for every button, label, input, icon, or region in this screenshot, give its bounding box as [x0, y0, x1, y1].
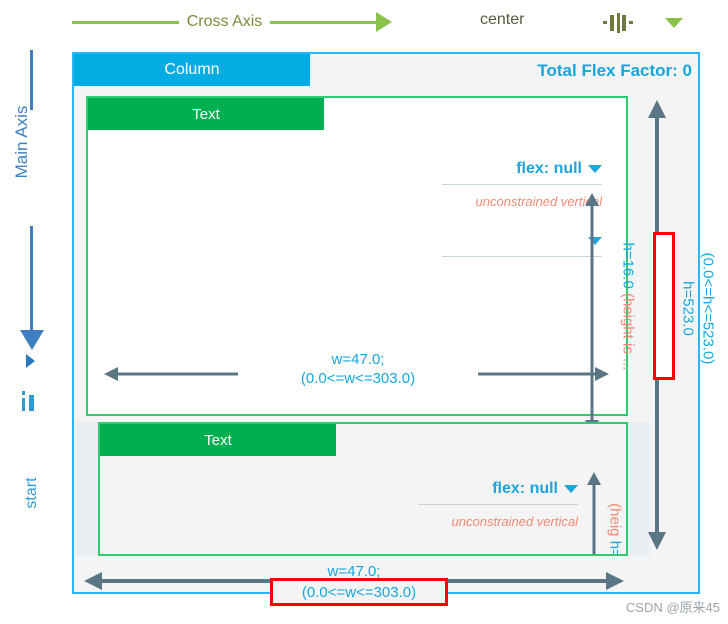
column-height-constraint: (0.0<=h<=523.0)	[699, 252, 717, 365]
main-axis-alignment-value[interactable]: start	[23, 453, 41, 533]
text-widget-two-height-label: (heig h=	[606, 471, 624, 556]
cross-axis-label: Cross Axis	[186, 13, 263, 30]
text-widget-two-tab[interactable]: Text	[100, 424, 336, 456]
text-widget-two-flex-selector[interactable]: flex: null unconstrained vertical	[418, 480, 578, 529]
main-axis-control-rail: Main Axis start	[0, 44, 60, 624]
text-widget-one-height-value: h=16.0	[619, 242, 637, 289]
watermark-label: CSDN @原来45	[625, 600, 720, 615]
column-height-constraint-highlight	[653, 232, 675, 380]
arrow-down-icon	[20, 330, 44, 350]
text-widget-one-unconstrained-note: unconstrained vertical	[475, 194, 602, 209]
text-widget-two-height-note: (heig	[606, 503, 624, 537]
cross-axis-alignment-value[interactable]: center	[480, 11, 524, 29]
chevron-right-icon[interactable]	[26, 354, 35, 368]
text-widget-one-tab-label: Text	[192, 105, 220, 123]
text-widget-one-height-arrow	[584, 193, 600, 433]
main-axis-line-bottom	[30, 226, 33, 331]
total-flex-factor-label: Total Flex Factor: 0	[537, 61, 692, 80]
text-widget-one-width-constraint: (0.0<=w<=303.0)	[300, 370, 416, 387]
cross-axis-arrow-icon	[376, 12, 393, 32]
text-widget-two-height-arrow	[586, 472, 602, 554]
text-widget-one-flex-selector[interactable]: flex: null unconstrained vertical	[442, 160, 602, 209]
text-widget-two-flex-label: flex: null	[492, 480, 558, 497]
text-widget-one-height-label: h=16.0 (height is ...	[620, 237, 637, 377]
align-center-horizontal-icon[interactable]	[603, 13, 633, 33]
text-widget-two-container[interactable]: Text flex: null unconstrained vertical (…	[98, 422, 628, 556]
text-widget-one-flex-label: flex: null	[516, 160, 582, 177]
column-widget-container[interactable]: Column Total Flex Factor: 0 Text flex: n…	[72, 52, 700, 594]
cross-axis-control-bar: Cross Axis center	[60, 0, 728, 44]
child-two-right-gutter	[628, 422, 650, 556]
column-widget-tab-label: Column	[164, 61, 220, 78]
chevron-down-icon[interactable]	[588, 164, 602, 173]
text-widget-one-tab[interactable]: Text	[88, 98, 324, 130]
column-widget-tab[interactable]: Column	[74, 54, 310, 86]
cross-axis-line-right	[270, 20, 378, 24]
column-width-constraint: (0.0<=w<=303.0)	[301, 583, 417, 601]
cross-axis-line-left	[72, 20, 179, 24]
column-height-value: h=523.0	[679, 281, 697, 336]
text-widget-two-tab-label: Text	[204, 431, 232, 449]
text-widget-two-height-value: h=	[606, 540, 624, 556]
main-axis-label: Main Axis	[12, 105, 31, 179]
cross-axis-indicator: Cross Axis	[72, 10, 393, 34]
chevron-down-icon[interactable]	[564, 484, 578, 493]
flex-field-underline	[418, 504, 578, 505]
text-widget-one-width-value: w=47.0;	[331, 351, 385, 368]
text-widget-one-fit-selector[interactable]	[442, 232, 602, 257]
child-two-left-gutter	[76, 422, 98, 556]
flex-field-underline	[442, 184, 602, 185]
column-width-constraint-highlight: (0.0<=w<=303.0)	[270, 578, 448, 606]
text-widget-one-width-label: w=47.0; (0.0<=w<=303.0)	[238, 350, 478, 388]
align-start-vertical-icon[interactable]	[20, 389, 44, 413]
text-widget-two-unconstrained-note: unconstrained vertical	[451, 514, 578, 529]
text-widget-one-container[interactable]: Text flex: null unconstrained vertical h…	[86, 96, 637, 433]
fit-field-underline	[442, 256, 602, 257]
chevron-down-icon[interactable]	[665, 18, 683, 28]
text-widget-one-height-note: (height is ...	[619, 292, 637, 371]
